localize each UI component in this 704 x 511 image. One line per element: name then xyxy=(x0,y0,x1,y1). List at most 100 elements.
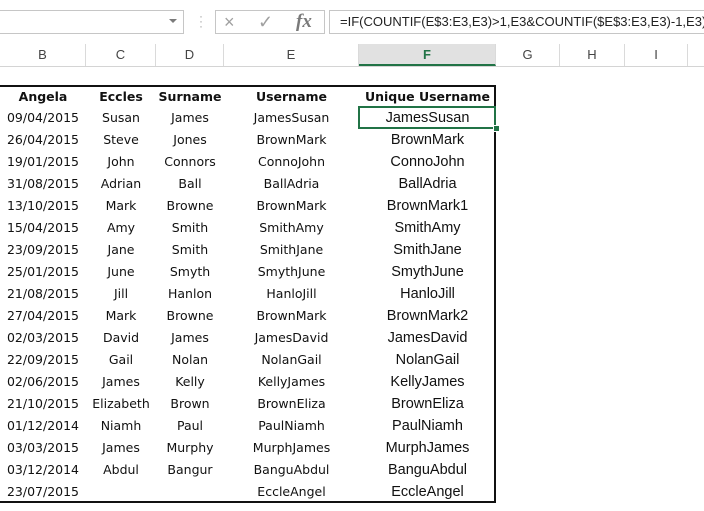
formula-input[interactable]: =IF(COUNTIF(E$3:E3,E3)>1,E3&COUNTIF($E$3… xyxy=(329,10,704,34)
cell-username[interactable]: BrownMark xyxy=(224,129,359,151)
cell-unique-username[interactable]: MurphJames xyxy=(359,437,496,459)
cell-first-name[interactable]: June xyxy=(86,261,156,283)
cell-date[interactable]: 22/09/2015 xyxy=(0,349,86,371)
cell-unique-username[interactable]: EccleAngel xyxy=(359,481,496,503)
cell-date[interactable]: 31/08/2015 xyxy=(0,173,86,195)
cell-username[interactable]: HanloJill xyxy=(224,283,359,305)
resize-handle-icon[interactable]: · · · xyxy=(199,10,203,32)
cell-username[interactable]: BanguAbdul xyxy=(224,459,359,481)
column-header-j[interactable] xyxy=(688,44,704,66)
cell-surname[interactable]: Ball xyxy=(156,173,224,195)
cell-unique-username[interactable]: HanloJill xyxy=(359,283,496,305)
cell-date[interactable]: 19/01/2015 xyxy=(0,151,86,173)
cell-username[interactable]: JamesDavid xyxy=(224,327,359,349)
cell-first-name[interactable]: Jill xyxy=(86,283,156,305)
cell-date[interactable]: 25/01/2015 xyxy=(0,261,86,283)
cell-surname[interactable]: Connors xyxy=(156,151,224,173)
name-box-dropdown-icon[interactable] xyxy=(169,19,177,23)
header-username[interactable]: Username xyxy=(224,86,359,108)
cell-unique-username[interactable]: NolanGail xyxy=(359,349,496,371)
enter-check-icon[interactable]: ✓ xyxy=(258,11,273,33)
cell-date[interactable]: 02/06/2015 xyxy=(0,371,86,393)
cell-date[interactable]: 03/12/2014 xyxy=(0,459,86,481)
cell-username[interactable]: MurphJames xyxy=(224,437,359,459)
cell-date[interactable]: 23/09/2015 xyxy=(0,239,86,261)
cell-first-name[interactable]: Abdul xyxy=(86,459,156,481)
cell-date[interactable]: 02/03/2015 xyxy=(0,327,86,349)
cell-surname[interactable]: James xyxy=(156,327,224,349)
cell-surname[interactable]: Nolan xyxy=(156,349,224,371)
cell-username[interactable]: JamesSusan xyxy=(224,107,359,129)
cell-unique-username[interactable]: SmithJane xyxy=(359,239,496,261)
cell-unique-username[interactable]: SmythJune xyxy=(359,261,496,283)
cell-first-name[interactable]: Steve xyxy=(86,129,156,151)
cell-unique-username[interactable]: KellyJames xyxy=(359,371,496,393)
cell-first-name[interactable]: James xyxy=(86,437,156,459)
name-box[interactable] xyxy=(0,10,184,34)
column-header-h[interactable]: H xyxy=(560,44,625,66)
cell-first-name[interactable]: Jane xyxy=(86,239,156,261)
cell-first-name[interactable]: Susan xyxy=(86,107,156,129)
cell-date[interactable]: 21/08/2015 xyxy=(0,283,86,305)
cell-surname[interactable]: Smith xyxy=(156,239,224,261)
cell-first-name[interactable] xyxy=(86,481,156,503)
cell-first-name[interactable]: James xyxy=(86,371,156,393)
cell-date[interactable]: 03/03/2015 xyxy=(0,437,86,459)
column-header-d[interactable]: D xyxy=(156,44,224,66)
cell-username[interactable]: SmithJane xyxy=(224,239,359,261)
cell-date[interactable]: 26/04/2015 xyxy=(0,129,86,151)
cell-date[interactable]: 27/04/2015 xyxy=(0,305,86,327)
cell-date[interactable]: 13/10/2015 xyxy=(0,195,86,217)
cell-username[interactable]: NolanGail xyxy=(224,349,359,371)
cell-first-name[interactable]: Elizabeth xyxy=(86,393,156,415)
insert-function-icon[interactable]: fx xyxy=(296,11,312,33)
cell-unique-username[interactable]: BanguAbdul xyxy=(359,459,496,481)
cell-username[interactable]: ConnoJohn xyxy=(224,151,359,173)
cell-surname[interactable]: Smith xyxy=(156,217,224,239)
cell-surname[interactable]: Browne xyxy=(156,305,224,327)
cell-date[interactable]: 21/10/2015 xyxy=(0,393,86,415)
cell-first-name[interactable]: David xyxy=(86,327,156,349)
cell-username[interactable]: KellyJames xyxy=(224,371,359,393)
column-header-c[interactable]: C xyxy=(86,44,156,66)
cell-surname[interactable]: Smyth xyxy=(156,261,224,283)
header-date[interactable]: Angela xyxy=(0,86,86,108)
cell-surname[interactable]: Kelly xyxy=(156,371,224,393)
cell-unique-username[interactable]: BrownMark2 xyxy=(359,305,496,327)
cell-first-name[interactable]: Niamh xyxy=(86,415,156,437)
cell-username[interactable]: BallAdria xyxy=(224,173,359,195)
column-header-b[interactable]: B xyxy=(0,44,86,66)
cell-surname[interactable] xyxy=(156,481,224,503)
cell-date[interactable]: 01/12/2014 xyxy=(0,415,86,437)
cell-unique-username[interactable]: SmithAmy xyxy=(359,217,496,239)
cell-first-name[interactable]: Gail xyxy=(86,349,156,371)
cell-unique-username[interactable]: BrownEliza xyxy=(359,393,496,415)
cell-username[interactable]: BrownEliza xyxy=(224,393,359,415)
cell-first-name[interactable]: Adrian xyxy=(86,173,156,195)
fill-handle[interactable] xyxy=(493,125,500,132)
cell-username[interactable]: SmithAmy xyxy=(224,217,359,239)
cell-surname[interactable]: Bangur xyxy=(156,459,224,481)
cell-unique-username[interactable]: ConnoJohn xyxy=(359,151,496,173)
cell-surname[interactable]: Hanlon xyxy=(156,283,224,305)
header-first-name[interactable]: Eccles xyxy=(86,86,156,108)
cell-unique-username[interactable]: BallAdria xyxy=(359,173,496,195)
cell-first-name[interactable]: Mark xyxy=(86,195,156,217)
column-header-e[interactable]: E xyxy=(224,44,359,66)
cell-surname[interactable]: James xyxy=(156,107,224,129)
cell-surname[interactable]: Browne xyxy=(156,195,224,217)
cell-surname[interactable]: Jones xyxy=(156,129,224,151)
cell-surname[interactable]: Brown xyxy=(156,393,224,415)
cell-unique-username[interactable]: JamesDavid xyxy=(359,327,496,349)
cell-surname[interactable]: Murphy xyxy=(156,437,224,459)
cell-first-name[interactable]: John xyxy=(86,151,156,173)
cell-unique-username[interactable]: PaulNiamh xyxy=(359,415,496,437)
column-header-i[interactable]: I xyxy=(625,44,688,66)
cell-username[interactable]: SmythJune xyxy=(224,261,359,283)
cell-first-name[interactable]: Mark xyxy=(86,305,156,327)
header-unique-username[interactable]: Unique Username xyxy=(359,86,496,108)
cell-username[interactable]: BrownMark xyxy=(224,195,359,217)
cell-date[interactable]: 15/04/2015 xyxy=(0,217,86,239)
header-surname[interactable]: Surname xyxy=(156,86,224,108)
cell-date[interactable]: 09/04/2015 xyxy=(0,107,86,129)
